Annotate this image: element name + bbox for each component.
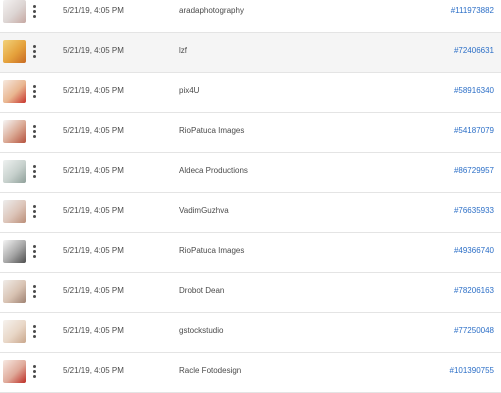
author-cell: gstockstudio xyxy=(179,326,224,335)
table-row[interactable]: 5/21/19, 4:05 PM Racle Fotodesign #1013907… xyxy=(0,353,501,393)
asset-thumbnail[interactable] xyxy=(3,160,26,183)
date-cell: 5/21/19, 4:05 PM xyxy=(63,246,124,255)
asset-id-link[interactable]: #101390755 xyxy=(450,366,495,375)
more-options-icon[interactable] xyxy=(31,323,39,341)
author-cell: Drobot Dean xyxy=(179,286,225,295)
more-options-icon[interactable] xyxy=(31,363,39,381)
asset-thumbnail[interactable] xyxy=(3,200,26,223)
author-cell: Racle Fotodesign xyxy=(179,366,242,375)
more-options-icon[interactable] xyxy=(31,243,39,261)
asset-thumbnail[interactable] xyxy=(3,240,26,263)
table-row[interactable]: 5/21/19, 4:05 PM lzf #72406631 xyxy=(0,33,501,73)
author-cell: lzf xyxy=(179,46,187,55)
date-cell: 5/21/19, 4:05 PM xyxy=(63,46,124,55)
asset-id-link[interactable]: #76635933 xyxy=(454,206,494,215)
author-cell: VadimGuzhva xyxy=(179,206,229,215)
more-options-icon[interactable] xyxy=(31,43,39,61)
more-options-icon[interactable] xyxy=(31,83,39,101)
asset-id-link[interactable]: #78206163 xyxy=(454,286,494,295)
asset-thumbnail[interactable] xyxy=(3,280,26,303)
table-row[interactable]: 5/21/19, 4:05 PM Aldeca Productions #86729… xyxy=(0,153,501,193)
more-options-icon[interactable] xyxy=(31,163,39,181)
date-cell: 5/21/19, 4:05 PM xyxy=(63,366,124,375)
table-row[interactable]: 5/21/19, 4:05 PM aradaphotography #1119738… xyxy=(0,0,501,33)
asset-id-link[interactable]: #54187079 xyxy=(454,126,494,135)
asset-id-link[interactable]: #72406631 xyxy=(454,46,494,55)
table-row[interactable]: 5/21/19, 4:05 PM gstockstudio #77250048 xyxy=(0,313,501,353)
asset-thumbnail[interactable] xyxy=(3,360,26,383)
author-cell: pix4U xyxy=(179,86,200,95)
asset-id-link[interactable]: #58916340 xyxy=(454,86,494,95)
asset-thumbnail[interactable] xyxy=(3,40,26,63)
more-options-icon[interactable] xyxy=(31,203,39,221)
date-cell: 5/21/19, 4:05 PM xyxy=(63,286,124,295)
asset-thumbnail[interactable] xyxy=(3,0,26,23)
date-cell: 5/21/19, 4:05 PM xyxy=(63,326,124,335)
asset-list: 5/21/19, 4:05 PM aradaphotography #1119738… xyxy=(0,0,501,393)
date-cell: 5/21/19, 4:05 PM xyxy=(63,166,124,175)
table-row[interactable]: 5/21/19, 4:05 PM RioPatuca Images #4936674… xyxy=(0,233,501,273)
asset-id-link[interactable]: #111973882 xyxy=(451,6,494,15)
asset-thumbnail[interactable] xyxy=(3,80,26,103)
asset-thumbnail[interactable] xyxy=(3,120,26,143)
more-options-icon[interactable] xyxy=(31,283,39,301)
table-row[interactable]: 5/21/19, 4:05 PM RioPatuca Images #5418707… xyxy=(0,113,501,153)
more-options-icon[interactable] xyxy=(31,123,39,141)
asset-id-link[interactable]: #86729957 xyxy=(454,166,494,175)
asset-id-link[interactable]: #49366740 xyxy=(454,246,494,255)
author-cell: Aldeca Productions xyxy=(179,166,248,175)
asset-id-link[interactable]: #77250048 xyxy=(454,326,494,335)
author-cell: RioPatuca Images xyxy=(179,126,245,135)
date-cell: 5/21/19, 4:05 PM xyxy=(63,126,124,135)
author-cell: RioPatuca Images xyxy=(179,246,245,255)
date-cell: 5/21/19, 4:05 PM xyxy=(63,86,124,95)
more-options-icon[interactable] xyxy=(31,3,39,21)
date-cell: 5/21/19, 4:05 PM xyxy=(63,206,124,215)
author-cell: aradaphotography xyxy=(179,6,244,15)
table-row[interactable]: 5/21/19, 4:05 PM Drobot Dean #78206163 xyxy=(0,273,501,313)
asset-thumbnail[interactable] xyxy=(3,320,26,343)
table-row[interactable]: 5/21/19, 4:05 PM VadimGuzhva #76635933 xyxy=(0,193,501,233)
table-row[interactable]: 5/21/19, 4:05 PM pix4U #58916340 xyxy=(0,73,501,113)
date-cell: 5/21/19, 4:05 PM xyxy=(63,6,124,15)
